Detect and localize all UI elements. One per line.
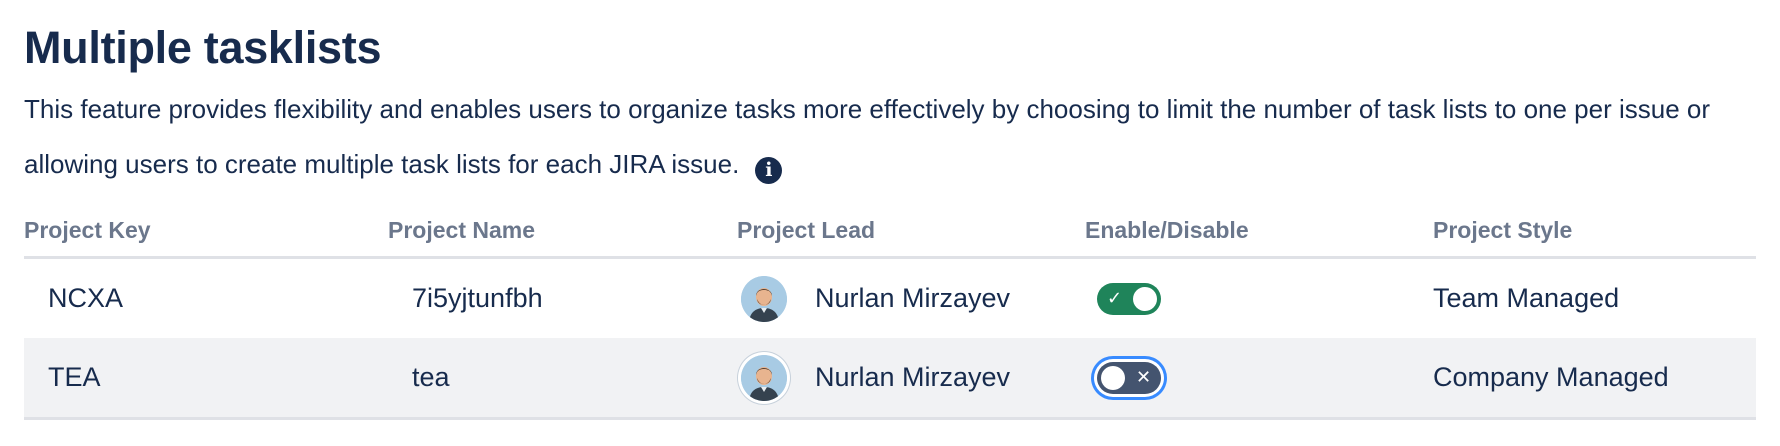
check-icon: ✓ (1107, 287, 1123, 309)
project-lead-name[interactable]: Nurlan Mirzayev (815, 283, 1010, 314)
project-key: TEA (48, 362, 101, 392)
project-style: Team Managed (1433, 283, 1620, 313)
project-key-cell: TEA (24, 338, 388, 420)
project-name: tea (412, 362, 450, 392)
avatar[interactable] (741, 275, 787, 322)
person-avatar-icon (741, 275, 787, 322)
project-name-cell: 7i5yjtunfbh (388, 258, 737, 339)
enable-disable-cell: ✓ (1085, 258, 1433, 339)
person-avatar-icon (741, 354, 787, 401)
column-header-project-key[interactable]: Project Key (24, 214, 388, 259)
enable-toggle[interactable]: ✓ (1097, 282, 1161, 315)
description-text: This feature provides flexibility and en… (24, 94, 1711, 179)
feature-description: This feature provides flexibility and en… (24, 82, 1754, 192)
column-header-project-lead[interactable]: Project Lead (737, 214, 1085, 259)
project-lead: Nurlan Mirzayev (737, 354, 1085, 401)
column-header-enable-disable: Enable/Disable (1085, 214, 1433, 259)
page-title: Multiple tasklists (24, 22, 382, 73)
table-row: NCXA 7i5yjtunfbh Nurlan Mirzayev ✓ Team … (24, 258, 1756, 339)
column-header-project-name[interactable]: Project Name (388, 214, 737, 259)
project-key-cell: NCXA (24, 258, 388, 339)
table-header-row: Project Key Project Name Project Lead En… (24, 214, 1756, 259)
column-header-project-style[interactable]: Project Style (1433, 214, 1756, 259)
project-name: 7i5yjtunfbh (412, 283, 543, 313)
project-lead-cell: Nurlan Mirzayev (737, 258, 1085, 339)
toggle-knob (1101, 365, 1125, 390)
table-row: TEA tea Nurlan Mirzayev ✕ Company Manage… (24, 338, 1756, 420)
enable-toggle[interactable]: ✕ (1097, 361, 1161, 394)
project-lead-cell: Nurlan Mirzayev (737, 338, 1085, 420)
close-icon: ✕ (1136, 366, 1152, 388)
avatar[interactable] (741, 354, 787, 401)
project-style-cell: Team Managed (1433, 258, 1756, 339)
info-icon[interactable]: i (755, 157, 783, 184)
project-style-cell: Company Managed (1433, 338, 1756, 420)
project-style: Company Managed (1433, 362, 1669, 392)
project-key: NCXA (48, 283, 124, 313)
tasklist-settings-panel: Multiple tasklists This feature provides… (24, 22, 1756, 420)
toggle-knob (1133, 286, 1157, 311)
project-name-cell: tea (388, 338, 737, 420)
enable-disable-cell: ✕ (1085, 338, 1433, 420)
project-lead-name[interactable]: Nurlan Mirzayev (815, 362, 1010, 393)
projects-table: Project Key Project Name Project Lead En… (24, 214, 1756, 420)
project-lead: Nurlan Mirzayev (737, 275, 1085, 322)
